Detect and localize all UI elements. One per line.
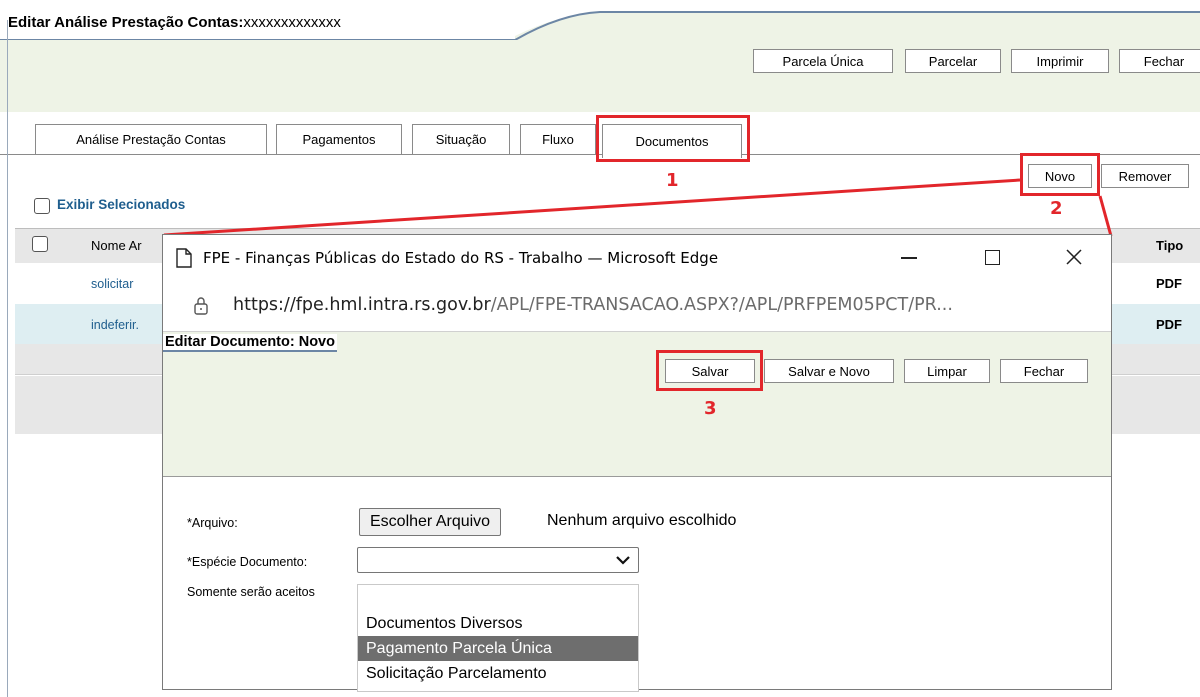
popup-heading: Editar Documento: Novo — [163, 334, 337, 352]
option-pagamento-parcela-unica[interactable]: Pagamento Parcela Única — [358, 636, 638, 661]
option-blank[interactable] — [358, 585, 638, 611]
address-bar[interactable]: https://fpe.hml.intra.rs.gov.br/APL/FPE-… — [163, 281, 1111, 332]
chevron-down-icon — [616, 556, 630, 565]
annotation-3: 3 — [704, 398, 717, 419]
especie-label: *Espécie Documento: — [187, 555, 308, 569]
page-icon — [176, 248, 192, 268]
popup-titlebar: FPE - Finanças Públicas do Estado do RS … — [163, 235, 1111, 281]
popup-window: FPE - Finanças Públicas do Estado do RS … — [162, 234, 1112, 692]
maximize-icon[interactable] — [985, 250, 1000, 265]
url-text[interactable]: https://fpe.hml.intra.rs.gov.br/APL/FPE-… — [233, 295, 953, 315]
lock-icon — [194, 297, 208, 315]
highlight-box-salvar — [656, 350, 763, 391]
format-note: Somente serão aceitos — [187, 585, 315, 599]
salvar-e-novo-button[interactable]: Salvar e Novo — [764, 359, 894, 383]
fechar-popup-button[interactable]: Fechar — [1000, 359, 1088, 383]
option-solicitacao-parcelamento[interactable]: Solicitação Parcelamento — [358, 661, 638, 686]
popup-title: FPE - Finanças Públicas do Estado do RS … — [203, 249, 719, 267]
option-documentos-diversos[interactable]: Documentos Diversos — [358, 611, 638, 636]
limpar-button[interactable]: Limpar — [904, 359, 990, 383]
popup-panel — [163, 332, 1111, 477]
especie-select[interactable] — [357, 547, 639, 573]
arquivo-label: *Arquivo: — [187, 516, 238, 530]
choose-file-button[interactable]: Escolher Arquivo — [359, 508, 502, 536]
especie-dropdown-list: Documentos Diversos Pagamento Parcela Ún… — [357, 584, 639, 692]
minimize-icon[interactable] — [901, 257, 917, 259]
close-icon[interactable] — [1066, 249, 1082, 265]
no-file-text: Nenhum arquivo escolhido — [547, 512, 737, 529]
